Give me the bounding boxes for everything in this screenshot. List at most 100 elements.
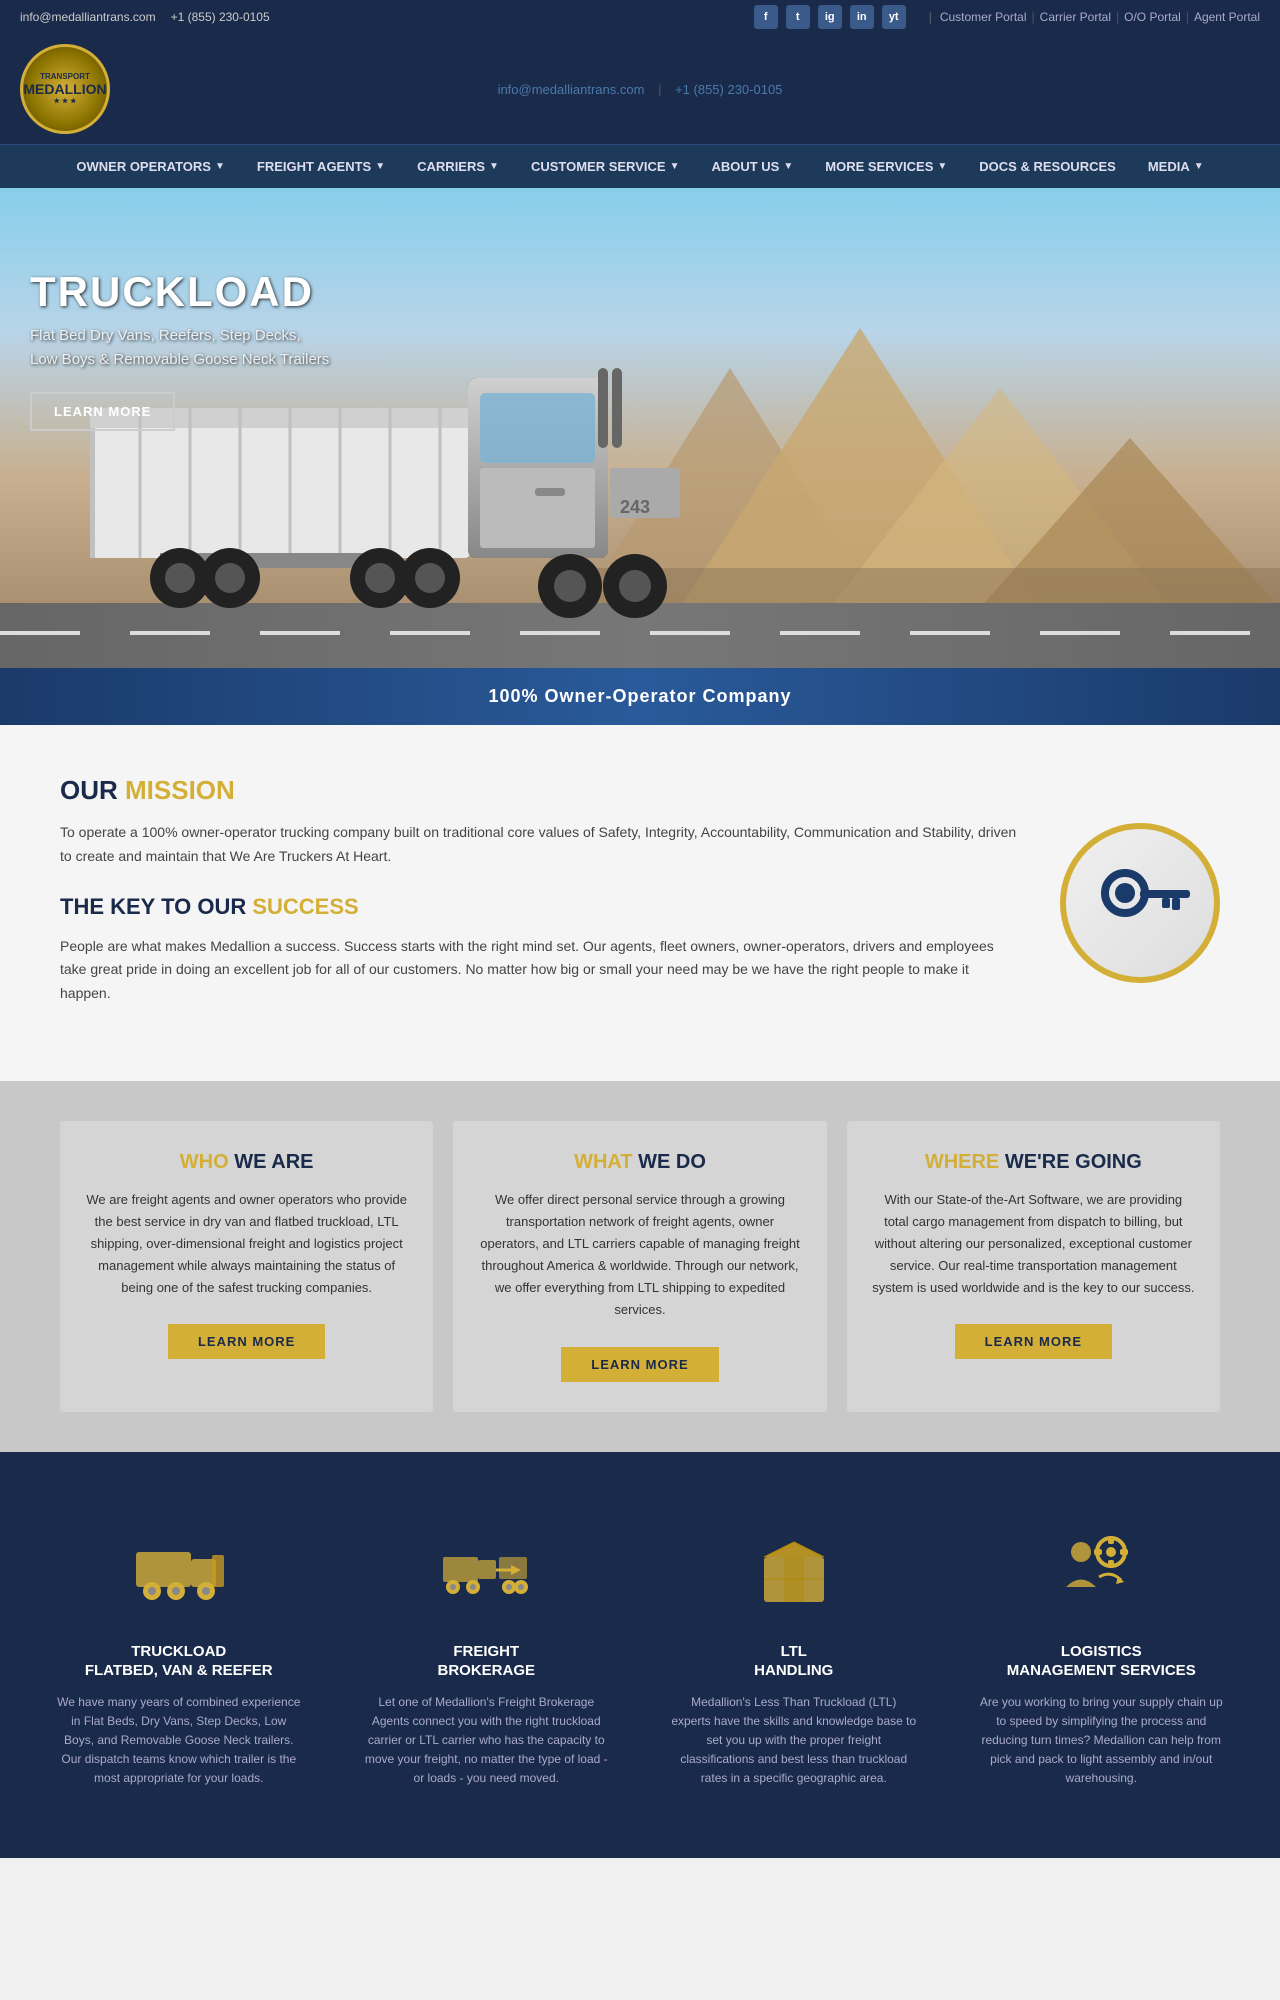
ltl-icon-area xyxy=(744,1522,844,1622)
service-logistics: LOGISTICS MANAGEMENT SERVICES Are you wo… xyxy=(963,1502,1241,1809)
where-dark: WE'RE GOING xyxy=(1005,1151,1142,1173)
who-text: We are freight agents and owner operator… xyxy=(85,1189,408,1299)
our-text: OUR xyxy=(60,775,118,805)
logistics-icon-area xyxy=(1051,1522,1151,1622)
nav-owner-operators[interactable]: OWNER OPERATORS ▼ xyxy=(60,145,241,188)
freight-text: Let one of Medallion's Freight Brokerage… xyxy=(363,1693,611,1789)
mission-content: OUR MISSION To operate a 100% owner-oper… xyxy=(60,775,1020,1031)
nav-more-services[interactable]: MORE SERVICES ▼ xyxy=(809,145,963,188)
what-learn-btn[interactable]: LEARN MORE xyxy=(561,1347,718,1382)
mission-section: OUR MISSION To operate a 100% owner-oper… xyxy=(0,725,1280,1081)
nav-freight-agents-arrow: ▼ xyxy=(375,161,385,172)
nav-customer-service-arrow: ▼ xyxy=(670,161,680,172)
carrier-portal-link[interactable]: Carrier Portal xyxy=(1040,10,1111,24)
freight-icon-area xyxy=(436,1522,536,1622)
nav-about-us[interactable]: ABOUT US ▼ xyxy=(695,145,809,188)
linkedin-icon[interactable]: in xyxy=(850,5,874,29)
logistics-title: LOGISTICS MANAGEMENT SERVICES xyxy=(978,1642,1226,1681)
logo-area: TRANSPORT MEDALLION ★ ★ ★ xyxy=(20,44,110,134)
email-link[interactable]: info@medalliantrans.com xyxy=(20,10,156,24)
nav-media-arrow: ▼ xyxy=(1194,161,1204,172)
mission-text: MISSION xyxy=(125,775,235,805)
service-freight-brokerage: FREIGHT BROKERAGE Let one of Medallion's… xyxy=(348,1502,626,1809)
banner-text: 100% Owner-Operator Company xyxy=(488,686,791,706)
who-learn-btn[interactable]: LEARN MORE xyxy=(168,1324,325,1359)
navbar: OWNER OPERATORS ▼ FREIGHT AGENTS ▼ CARRI… xyxy=(0,144,1280,188)
nav-owner-operators-arrow: ▼ xyxy=(215,161,225,172)
key-success-heading: THE KEY TO OUR SUCCESS xyxy=(60,894,1020,920)
facebook-icon[interactable]: f xyxy=(754,5,778,29)
instagram-icon[interactable]: ig xyxy=(818,5,842,29)
nav-customer-service-label: CUSTOMER SERVICE xyxy=(531,159,666,174)
freight-title: FREIGHT BROKERAGE xyxy=(363,1642,611,1681)
who-dark: WE ARE xyxy=(234,1151,313,1173)
service-ltl: LTL HANDLING Medallion's Less Than Truck… xyxy=(655,1502,933,1809)
nav-docs-resources-label: DOCS & RESOURCES xyxy=(979,159,1116,174)
nav-carriers-label: CARRIERS xyxy=(417,159,485,174)
what-dark: WE DO xyxy=(638,1151,706,1173)
where-going-card: WHERE WE'RE GOING With our State-of the-… xyxy=(847,1121,1220,1412)
nav-about-us-arrow: ▼ xyxy=(783,161,793,172)
what-we-do-card: WHAT WE DO We offer direct personal serv… xyxy=(453,1121,826,1412)
three-col-section: WHO WE ARE We are freight agents and own… xyxy=(0,1081,1280,1452)
success-text: SUCCESS xyxy=(252,894,358,919)
where-text: With our State-of the-Art Software, we a… xyxy=(872,1189,1195,1299)
who-we-are-card: WHO WE ARE We are freight agents and own… xyxy=(60,1121,433,1412)
where-highlight: WHERE xyxy=(925,1151,999,1173)
nav-freight-agents-label: FREIGHT AGENTS xyxy=(257,159,371,174)
key-icon-svg xyxy=(1090,853,1190,953)
freight-icon xyxy=(441,1537,531,1607)
nav-customer-service[interactable]: CUSTOMER SERVICE ▼ xyxy=(515,145,696,188)
twitter-icon[interactable]: t xyxy=(786,5,810,29)
hero-title: TRUCKLOAD xyxy=(30,268,329,316)
header: TRANSPORT MEDALLION ★ ★ ★ info@medallian… xyxy=(0,34,1280,144)
where-heading: WHERE WE'RE GOING xyxy=(872,1151,1195,1174)
mission-text-body: To operate a 100% owner-operator truckin… xyxy=(60,821,1020,869)
hero-subtitle: Flat Bed Dry Vans, Reefers, Step Decks, … xyxy=(30,324,329,372)
nav-more-services-arrow: ▼ xyxy=(937,161,947,172)
nav-carriers[interactable]: CARRIERS ▼ xyxy=(401,145,515,188)
nav-freight-agents[interactable]: FREIGHT AGENTS ▼ xyxy=(241,145,401,188)
top-bar-left: info@medalliantrans.com +1 (855) 230-010… xyxy=(20,10,270,24)
top-bar: info@medalliantrans.com +1 (855) 230-010… xyxy=(0,0,1280,34)
agent-portal-link[interactable]: Agent Portal xyxy=(1194,10,1260,24)
youtube-icon[interactable]: yt xyxy=(882,5,906,29)
logistics-text: Are you working to bring your supply cha… xyxy=(978,1693,1226,1789)
service-truckload: TRUCKLOAD FLATBED, VAN & REEFER We have … xyxy=(40,1502,318,1809)
portal-links: Customer Portal | Carrier Portal | O/O P… xyxy=(940,10,1260,24)
ltl-icon xyxy=(749,1532,839,1612)
our-mission-heading: OUR MISSION xyxy=(60,775,1020,806)
who-highlight: WHO xyxy=(180,1151,229,1173)
where-learn-btn[interactable]: LEARN MORE xyxy=(955,1324,1112,1359)
hero-cta-button[interactable]: LEARN MORE xyxy=(30,392,175,431)
hero-section: 243 TRUCKLOAD Flat Bed Dry Vans, Reefers… xyxy=(0,188,1280,668)
nav-about-us-label: ABOUT US xyxy=(711,159,779,174)
what-highlight: WHAT xyxy=(574,1151,633,1173)
key-to-our-text: THE KEY TO OUR xyxy=(60,894,246,919)
who-heading: WHO WE ARE xyxy=(85,1151,408,1174)
header-phone[interactable]: +1 (855) 230-0105 xyxy=(675,82,782,97)
key-text-body: People are what makes Medallion a succes… xyxy=(60,935,1020,1006)
nav-carriers-arrow: ▼ xyxy=(489,161,499,172)
ltl-title: LTL HANDLING xyxy=(670,1642,918,1681)
nav-docs-resources[interactable]: DOCS & RESOURCES xyxy=(963,145,1132,188)
oo-portal-link[interactable]: O/O Portal xyxy=(1124,10,1181,24)
what-heading: WHAT WE DO xyxy=(478,1151,801,1174)
phone-link[interactable]: +1 (855) 230-0105 xyxy=(171,10,270,24)
truckload-text: We have many years of combined experienc… xyxy=(55,1693,303,1789)
hero-text: TRUCKLOAD Flat Bed Dry Vans, Reefers, St… xyxy=(30,268,329,431)
nav-media[interactable]: MEDIA ▼ xyxy=(1132,145,1220,188)
mountains-svg xyxy=(580,288,1280,608)
customer-portal-link[interactable]: Customer Portal xyxy=(940,10,1027,24)
top-bar-right: f t ig in yt | Customer Portal | Carrier… xyxy=(754,5,1260,29)
what-text: We offer direct personal service through… xyxy=(478,1189,801,1322)
header-email[interactable]: info@medalliantrans.com xyxy=(498,82,645,97)
logo[interactable]: TRANSPORT MEDALLION ★ ★ ★ xyxy=(20,44,110,134)
services-section: TRUCKLOAD FLATBED, VAN & REEFER We have … xyxy=(0,1452,1280,1859)
nav-more-services-label: MORE SERVICES xyxy=(825,159,933,174)
contact-info: info@medalliantrans.com | +1 (855) 230-0… xyxy=(498,82,783,97)
logistics-icon xyxy=(1056,1532,1146,1612)
truckload-icon xyxy=(134,1537,224,1607)
road-lines xyxy=(0,631,1280,635)
nav-media-label: MEDIA xyxy=(1148,159,1190,174)
